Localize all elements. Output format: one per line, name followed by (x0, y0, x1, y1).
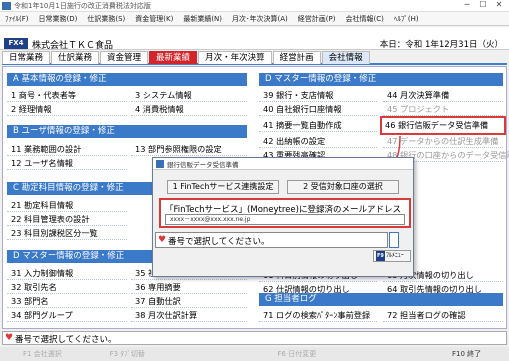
minimize-button[interactable]: ─ (459, 0, 475, 9)
menu-item-40[interactable]: 40 自社銀行口座情報 (259, 103, 377, 116)
section-d-right-header: D マスター情報の登録・修正 (259, 73, 503, 86)
heart-icon: ♥ (5, 333, 14, 343)
dialog-input-box[interactable] (389, 232, 399, 248)
menu-journal[interactable]: 仕訳業務(S) (82, 14, 130, 24)
menu-item-12[interactable]: 12 ユーザ名情報 (7, 157, 127, 170)
dialog-number-input[interactable]: ♥ 番号で選択してください。 (155, 232, 388, 248)
menu-item-33[interactable]: 33 部門名 (7, 295, 127, 308)
function-key-bar: F1 会社選択 F3 ﾀﾌﾞ切替 F6 日付変更 F10 終了 (0, 347, 509, 361)
menu-item-31[interactable]: 31 入力制御情報 (7, 267, 127, 280)
section-g-header: G 担当者ログ (259, 293, 503, 306)
f6-date-change-button[interactable]: F6 日付変更 (254, 347, 339, 361)
email-field[interactable]: xxxx－xxxx@xxx.xxx.ne.jp (165, 214, 405, 225)
window-title: 令和1年10月1日施行の改正消費税法対応版 (14, 2, 151, 10)
menu-item-32[interactable]: 32 取引先名 (7, 281, 127, 294)
menu-item-13[interactable]: 13 部門参照権限の設定 (131, 143, 247, 156)
menu-item-2[interactable]: 2 経理情報 (7, 103, 127, 116)
menu-item-36[interactable]: 36 専用摘要 (131, 281, 247, 294)
dialog-prompt: 番号で選択してください。 (168, 237, 270, 247)
menubar: ﾌｧｲﾙ(F) 日常業務(D) 仕訳業務(S) 資金管理(K) 最新業績(N) … (0, 12, 509, 26)
full-menu-label: ﾌﾙﾒﾆｭｰ (385, 252, 404, 259)
menu-company[interactable]: 会社情報(C) (340, 14, 388, 24)
function-key-blank-1 (170, 347, 255, 361)
dialog-app-icon (156, 160, 164, 168)
function-key-blank-2 (339, 347, 424, 361)
menu-file[interactable]: ﾌｧｲﾙ(F) (0, 14, 34, 24)
window-title-bar: 令和1年10月1日施行の改正消費税法対応版 ─ ☐ ✕ (0, 0, 509, 12)
menu-item-42[interactable]: 42 出納帳の設定 (259, 135, 377, 148)
f9-key-badge: F9 (376, 251, 385, 261)
menu-item-1[interactable]: 1 商号・代表者等 (7, 89, 127, 102)
f3-tab-switch-button[interactable]: F3 ﾀﾌﾞ切替 (85, 347, 170, 361)
app-header: FX4 株式会社ＴＫＣ食品 本日：令和 1年12月31日（火） (0, 27, 509, 51)
menu-help[interactable]: ﾍﾙﾌﾟ(H) (389, 14, 424, 24)
maximize-button[interactable]: ☐ (475, 0, 491, 9)
close-button[interactable]: ✕ (491, 0, 507, 9)
main-tabs: 日常業務 仕訳業務 資金管理 最新業績 月次・年次決算 経営計画 会社情報 (2, 51, 507, 65)
menu-item-39[interactable]: 39 銀行・支店情報 (259, 89, 377, 102)
menu-item-21[interactable]: 21 勘定科目情報 (7, 199, 127, 212)
menu-item-46[interactable]: 46 銀行信販データ受信準備 (380, 116, 506, 135)
menu-item-37[interactable]: 37 自動仕訳 (131, 295, 247, 308)
dialog-title: 銀行信販データ受信準備 (167, 161, 239, 169)
tab-daily[interactable]: 日常業務 (2, 51, 51, 64)
tab-journal[interactable]: 仕訳業務 (51, 51, 100, 64)
menu-item-45[interactable]: 45 プロジェクト (383, 103, 503, 116)
menu-item-22[interactable]: 22 科目管理表の設計 (7, 213, 127, 226)
menu-item-11[interactable]: 11 業務範囲の設計 (7, 143, 127, 156)
menu-item-72[interactable]: 72 担当者ログの確認 (383, 309, 503, 322)
section-a-header: A 基本情報の登録・修正 (7, 73, 247, 86)
menu-item-41[interactable]: 41 摘要一覧自動作成 (259, 119, 377, 132)
select-accounts-button[interactable]: 2 受信対象口座の選択 (287, 180, 399, 194)
status-prompt: 番号で選択してください。 (15, 335, 117, 345)
menu-item-34[interactable]: 34 部門グループ (7, 309, 127, 322)
tab-latest-performance[interactable]: 最新業績 (149, 51, 198, 64)
full-menu-button[interactable]: F9 ﾌﾙﾒﾆｭｰ (373, 250, 411, 262)
company-name: 株式会社ＴＫＣ食品 (32, 41, 114, 51)
tab-closing[interactable]: 月次・年次決算 (198, 51, 272, 64)
heart-icon: ♥ (158, 235, 167, 245)
f10-exit-button[interactable]: F10 終了 (424, 347, 509, 361)
fx4-logo: FX4 (4, 38, 28, 49)
menu-item-38[interactable]: 38 月次仕訳計算 (131, 309, 247, 322)
window-controls: ─ ☐ ✕ (459, 0, 507, 9)
menu-item-71[interactable]: 71 ログの検索ﾊﾟﾀｰﾝ事前登録 (259, 309, 377, 322)
menu-planning[interactable]: 経営計画(P) (293, 14, 341, 24)
tab-funds[interactable]: 資金管理 (100, 51, 149, 64)
menu-item-4[interactable]: 4 消費税情報 (131, 103, 247, 116)
tab-company-info[interactable]: 会社情報 (321, 51, 370, 64)
bank-data-dialog: 銀行信販データ受信準備 1 FinTechサービス連携設定 2 受信対象口座の選… (152, 157, 414, 277)
menu-closing[interactable]: 月次･年次決算(A) (227, 14, 293, 24)
menu-item-23[interactable]: 23 科目別課税区分一覧 (7, 227, 127, 240)
f1-company-select-button[interactable]: F1 会社選択 (0, 347, 85, 361)
command-input[interactable]: ♥ 番号で選択してください。 (2, 331, 507, 345)
today-date: 本日：令和 1年12月31日（火） (379, 40, 503, 50)
menu-funds[interactable]: 資金管理(K) (130, 14, 178, 24)
menu-daily[interactable]: 日常業務(D) (34, 14, 83, 24)
registered-email-box: 「FinTechサービス」(Moneytree)に登録済のメールアドレス xxx… (159, 198, 411, 228)
section-b-header: B ユーザ情報の登録・修正 (7, 125, 247, 138)
menu-item-44[interactable]: 44 月次決算準備 (383, 89, 503, 102)
dialog-title-bar: 銀行信販データ受信準備 (153, 158, 413, 170)
fintech-settings-button[interactable]: 1 FinTechサービス連携設定 (167, 180, 279, 194)
menu-item-3[interactable]: 3 システム情報 (131, 89, 247, 102)
tab-planning[interactable]: 経営計画 (272, 51, 321, 64)
menu-performance[interactable]: 最新業績(N) (178, 14, 227, 24)
app-icon (2, 2, 11, 10)
